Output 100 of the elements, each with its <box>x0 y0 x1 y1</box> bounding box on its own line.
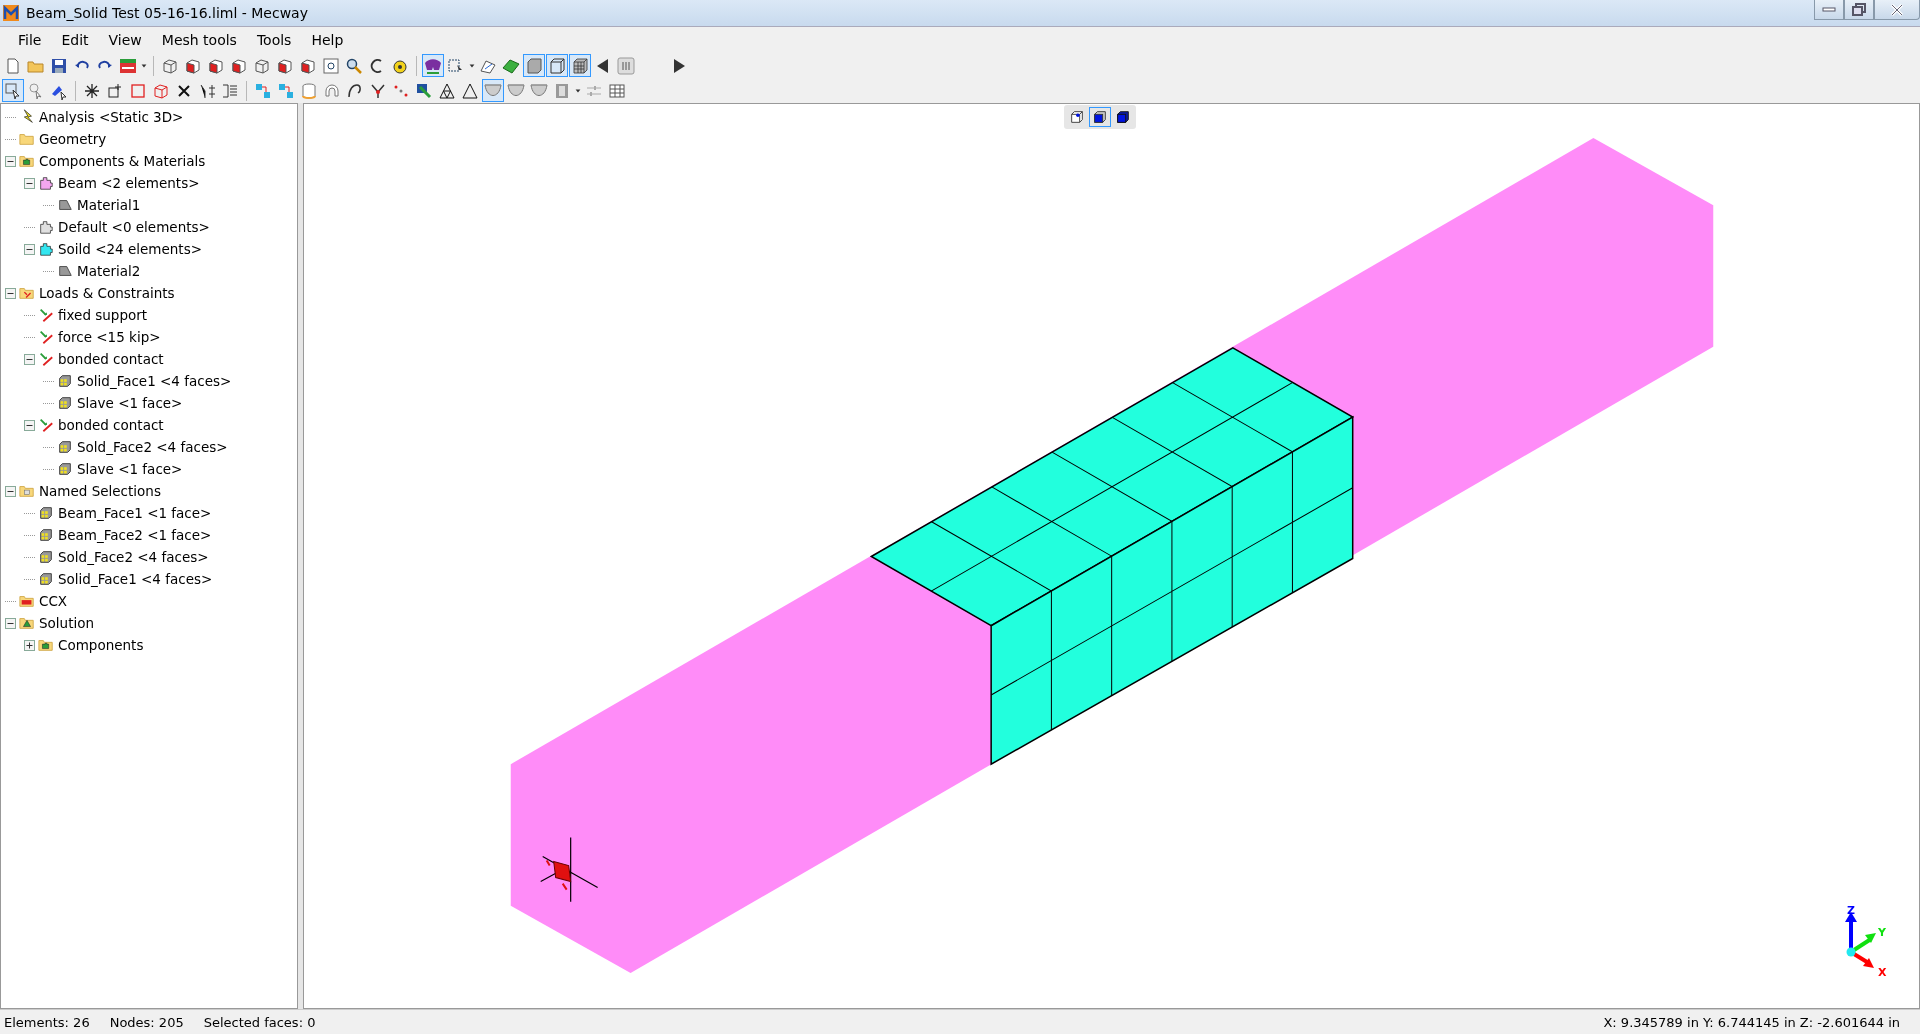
menu-item[interactable]: Edit <box>51 32 99 48</box>
cube-icon <box>161 56 179 75</box>
shade-tool-button[interactable] <box>523 54 545 77</box>
app-logo-icon <box>2 4 20 22</box>
cube-icon <box>57 461 73 477</box>
minimize-icon <box>1822 7 1836 12</box>
zoom-box-icon <box>322 56 340 75</box>
expander-icon[interactable] <box>5 155 16 167</box>
menu-item[interactable]: Tools <box>246 32 302 48</box>
expander-icon[interactable] <box>24 639 35 651</box>
expander-icon[interactable] <box>24 177 35 189</box>
menu-item[interactable]: Mesh tools <box>151 32 247 48</box>
close-button[interactable] <box>1874 0 1920 20</box>
tree-item[interactable]: Named Selections <box>39 483 161 499</box>
expander-icon[interactable] <box>24 353 35 365</box>
tree-item[interactable]: Solid_Face1 <4 faces> <box>77 373 232 389</box>
nodes-icon <box>277 81 295 100</box>
folder-icon <box>19 593 35 609</box>
mesh-tool-button[interactable] <box>569 54 591 77</box>
cube-icon <box>1115 109 1131 125</box>
glasses-icon <box>424 56 442 75</box>
tree-item[interactable]: Beam_Face2 <1 face> <box>58 527 212 543</box>
folder-icon <box>19 153 35 169</box>
tree-item[interactable]: Default <0 elements> <box>58 219 210 235</box>
cube-face-icon <box>184 56 202 75</box>
tree-item[interactable]: bonded contact <box>58 417 164 433</box>
tree-item[interactable]: Geometry <box>39 131 107 147</box>
cube-face-icon <box>230 56 248 75</box>
select-rect-icon <box>4 81 22 100</box>
folder-icon <box>38 637 54 653</box>
tree-item[interactable]: Analysis <Static 3D> <box>39 109 184 125</box>
menu-item[interactable]: View <box>98 32 152 48</box>
y-axis-label: Y <box>1878 926 1886 939</box>
tree-item[interactable]: Soild <24 elements> <box>58 241 202 257</box>
shade-icon <box>525 56 543 75</box>
expander-icon[interactable] <box>24 243 35 255</box>
select-rect-tool-button[interactable] <box>2 79 24 102</box>
3d-viewport[interactable]: Z Y X <box>303 103 1920 1009</box>
tree-item[interactable]: Components & Materials <box>39 153 206 169</box>
tree-item[interactable]: Slave <1 face> <box>77 395 183 411</box>
wire-icon <box>548 56 566 75</box>
y-axis-arrow <box>1852 933 1876 952</box>
tree-item[interactable]: Material1 <box>77 197 141 213</box>
chip-icon <box>119 56 137 75</box>
cube-icon <box>1092 109 1108 125</box>
selected-face-count: Selected faces: 0 <box>203 1014 316 1030</box>
arc-icon <box>323 81 341 100</box>
expander-icon[interactable] <box>24 419 35 431</box>
cube-icon <box>57 395 73 411</box>
expander-icon[interactable] <box>5 485 16 497</box>
tree-item[interactable]: force <15 kip> <box>58 329 161 345</box>
nodes-icon <box>254 81 272 100</box>
film-icon <box>553 81 571 100</box>
tree-item[interactable]: Beam_Face1 <1 face> <box>58 505 212 521</box>
tree-item[interactable]: Material2 <box>77 263 141 279</box>
arrow-icon <box>38 329 54 345</box>
element-count: Elements: 26 <box>4 1014 90 1030</box>
origin-sphere <box>1846 947 1856 957</box>
list-icon <box>221 81 239 100</box>
tree-item[interactable]: Slave <1 face> <box>77 461 183 477</box>
tree-item[interactable]: CCX <box>39 593 68 609</box>
folder-icon <box>19 131 35 147</box>
cube-icon <box>57 439 73 455</box>
cube-icon <box>253 56 271 75</box>
menu-item[interactable]: Help <box>301 32 354 48</box>
wire-tool-button[interactable] <box>546 54 568 77</box>
solid-cube-view-button[interactable] <box>1089 107 1111 127</box>
tree-item[interactable]: Beam <2 elements> <box>58 175 200 191</box>
tree-item[interactable]: Sold_Face2 <4 faces> <box>77 439 228 455</box>
cube-icon <box>38 549 54 565</box>
wedge-icon <box>57 263 73 279</box>
tree-item[interactable]: Solution <box>39 615 94 631</box>
tree-item[interactable]: Components <box>58 637 144 653</box>
tree-item[interactable]: Sold_Face2 <4 faces> <box>58 549 209 565</box>
triangle-mesh-icon <box>438 81 456 100</box>
folder-icon <box>19 615 35 631</box>
folder-icon <box>19 285 35 301</box>
window-title: Beam_Solid Test 05-16-16.liml - Mecway <box>26 5 308 21</box>
menu-item[interactable]: File <box>8 32 52 48</box>
tree-item[interactable]: bonded contact <box>58 351 164 367</box>
cube-outline-icon <box>152 81 170 100</box>
star-icon <box>83 81 101 100</box>
arrow-icon <box>38 417 54 433</box>
restore-button[interactable] <box>1844 0 1874 20</box>
pointer-circle-icon <box>27 81 45 100</box>
expander-icon[interactable] <box>5 617 16 629</box>
snap-icon <box>415 81 433 100</box>
x-axis-label: X <box>1878 966 1887 979</box>
x-axis-arrow <box>1852 952 1874 968</box>
tree-item[interactable]: Loads & Constraints <box>39 285 175 301</box>
tree-item[interactable]: fixed support <box>58 307 148 323</box>
glasses-tool-button[interactable] <box>422 54 444 77</box>
folder-icon <box>19 483 35 499</box>
tree-item[interactable]: Solid_Face1 <4 faces> <box>58 571 213 587</box>
cube-icon <box>1069 109 1085 125</box>
square-icon <box>129 81 147 100</box>
arrow-icon <box>38 307 54 323</box>
thumb-tool-button[interactable] <box>615 54 637 77</box>
expander-icon[interactable] <box>5 287 16 299</box>
cube-icon <box>38 505 54 521</box>
